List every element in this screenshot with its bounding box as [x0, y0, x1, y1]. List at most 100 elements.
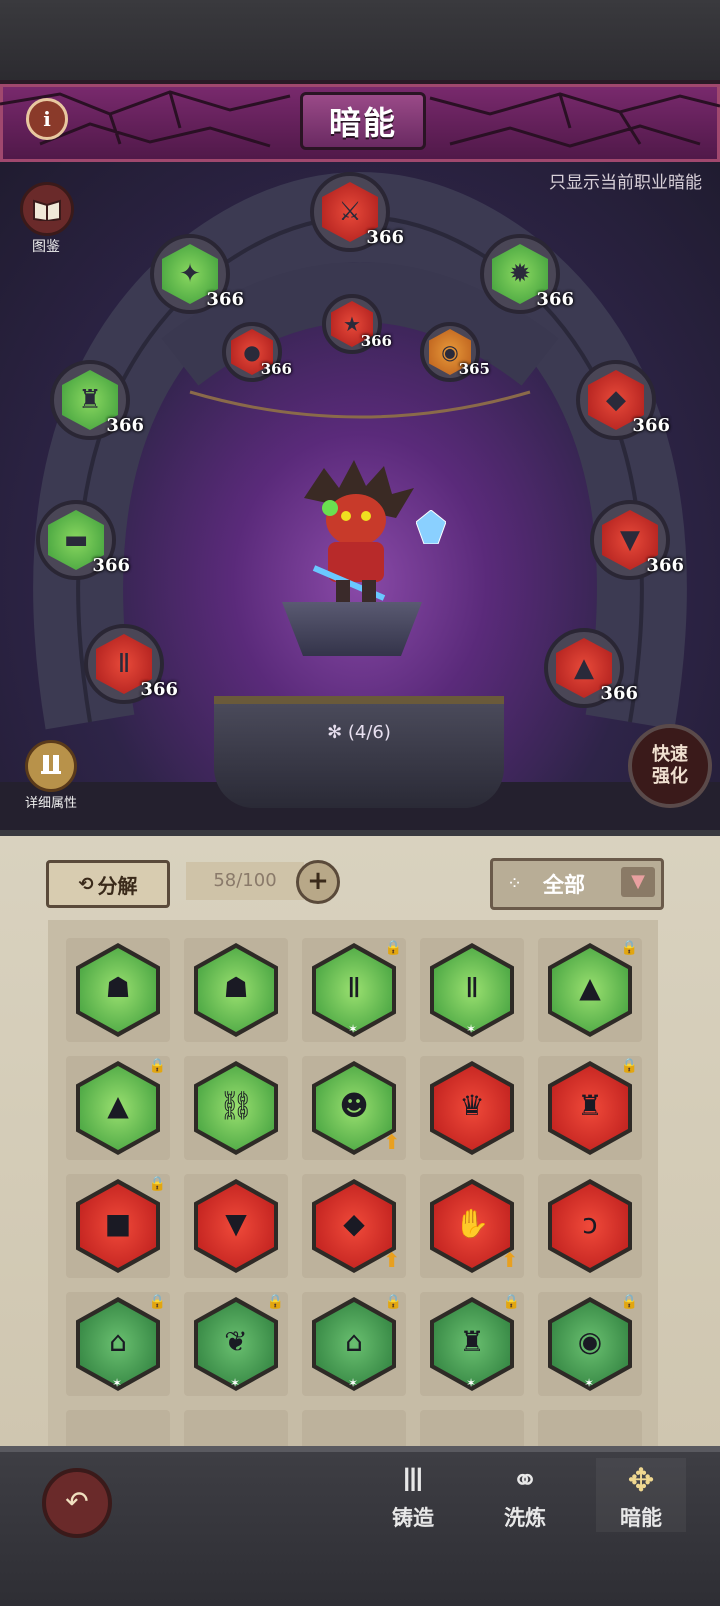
- robe-icon: ♜: [577, 1089, 603, 1122]
- equip-slot-11[interactable]: ▲ 366: [544, 628, 638, 708]
- helmet-icon: ☗: [105, 971, 131, 1004]
- item-cell[interactable]: Ⅱ 🔒 ✶: [302, 938, 406, 1042]
- tab-label: 洗炼: [504, 1506, 546, 1530]
- top-strip: [0, 0, 720, 80]
- codex-button[interactable]: 图鉴: [20, 182, 74, 256]
- detail-attributes-button[interactable]: 详细属性: [16, 740, 86, 811]
- page-title: 暗能: [328, 104, 397, 142]
- chevron-down-icon[interactable]: ▼: [621, 867, 655, 897]
- info-button[interactable]: i: [26, 98, 68, 140]
- robe-icon: ♜: [459, 1325, 485, 1358]
- item-cell[interactable]: ↄ: [538, 1174, 642, 1278]
- boots-icon: ▼: [620, 525, 640, 555]
- item-cell[interactable]: Ⅱ ✶: [420, 938, 524, 1042]
- bars-icon: [25, 740, 77, 792]
- equip-slot-5[interactable]: ◉ 365: [420, 322, 490, 382]
- item-cell[interactable]: ❦ 🔒 ✶: [184, 1292, 288, 1396]
- item-cell[interactable]: ☗: [66, 938, 170, 1042]
- item-cell[interactable]: ☗: [184, 938, 288, 1042]
- slot-level: 366: [632, 415, 670, 436]
- slot-level: 366: [536, 289, 574, 310]
- item-cell[interactable]: [420, 1410, 524, 1450]
- tab-dark-energy[interactable]: ✥ 暗能: [596, 1458, 686, 1532]
- star-icon: ✶: [466, 1376, 477, 1390]
- equip-slot-10[interactable]: Ⅱ 366: [84, 624, 178, 704]
- item-cell[interactable]: ■ 🔒: [66, 1174, 170, 1278]
- star-icon: ✶: [230, 1376, 241, 1390]
- star-icon: ✶: [584, 1376, 595, 1390]
- slot-level: 366: [140, 679, 178, 700]
- lock-icon: 🔒: [620, 1058, 638, 1074]
- tab-label: 暗能: [620, 1506, 662, 1530]
- lock-icon: 🔒: [148, 1176, 166, 1192]
- pedestal: [282, 602, 422, 656]
- tab-refine[interactable]: ⚭ 洗炼: [480, 1458, 570, 1532]
- equip-slot-6[interactable]: ♜ 366: [50, 360, 144, 440]
- dark-energy-scene: 只显示当前职业暗能 图鉴 ⚔ 366 ✦ 366 ✹ 366 ● 366 ★ 3…: [0, 162, 720, 830]
- equip-slot-weapon[interactable]: ⚔ 366: [310, 172, 404, 252]
- dark-energy-icon: ✥: [627, 1461, 655, 1499]
- item-cell[interactable]: ▲ 🔒: [538, 938, 642, 1042]
- item-cell[interactable]: [184, 1410, 288, 1450]
- item-cell[interactable]: ♜ 🔒 ✶: [420, 1292, 524, 1396]
- decompose-button[interactable]: ⟲ 分解: [46, 860, 170, 908]
- wing-icon: ❦: [224, 1325, 248, 1358]
- item-cell[interactable]: ☻ ⬆: [302, 1056, 406, 1160]
- item-cell[interactable]: ◆ ⬆: [302, 1174, 406, 1278]
- slot-level: 366: [366, 227, 404, 248]
- slot-level: 366: [646, 555, 684, 576]
- quick-enhance-button[interactable]: 快速强化: [628, 724, 712, 808]
- class-filter-toggle[interactable]: 只显示当前职业暗能: [549, 168, 702, 193]
- chain-icon: ⛓: [218, 1089, 254, 1122]
- item-cell[interactable]: ◉ 🔒 ✶: [538, 1292, 642, 1396]
- item-cell[interactable]: ♛: [420, 1056, 524, 1160]
- slot-level: 366: [92, 555, 130, 576]
- lock-icon: 🔒: [148, 1294, 166, 1310]
- equip-slot-1[interactable]: ✦ 366: [150, 234, 244, 314]
- anvil-icon: Ⅲ: [401, 1461, 425, 1499]
- grid-icon: ⁘: [507, 873, 523, 894]
- equip-slot-8[interactable]: ▬ 366: [36, 500, 130, 580]
- mask-icon: ☻: [339, 1089, 369, 1122]
- item-cell[interactable]: [66, 1410, 170, 1450]
- item-grid: ☗ ☗ Ⅱ 🔒 ✶ Ⅱ ✶ ▲ 🔒 ▲ 🔒 ⛓ ☻ ⬆ ♛ ♜ 🔒 ■ 🔒 ▼ ◆ ⬆ ✋ ⬆ ↄ …: [48, 920, 658, 1450]
- item-cell[interactable]: [538, 1410, 642, 1450]
- bottom-nav: ↶ Ⅲ 铸造 ⚭ 洗炼 ✥ 暗能: [0, 1446, 720, 1606]
- item-cell[interactable]: ⌂ 🔒 ✶: [302, 1292, 406, 1396]
- item-cell[interactable]: ▲ 🔒: [66, 1056, 170, 1160]
- lock-icon: 🔒: [266, 1294, 284, 1310]
- set-progress: ✻ (4/6): [327, 722, 391, 743]
- boots-icon: ▼: [225, 1207, 247, 1240]
- equip-slot-2[interactable]: ✹ 366: [480, 234, 574, 314]
- title-bar: i 暗能: [0, 80, 720, 166]
- slot-level: 365: [458, 360, 490, 378]
- item-cell[interactable]: ⛓: [184, 1056, 288, 1160]
- tab-forge[interactable]: Ⅲ 铸造: [368, 1458, 458, 1532]
- equip-slot-4[interactable]: ★ 366: [322, 294, 392, 354]
- equip-slot-3[interactable]: ● 366: [222, 322, 292, 382]
- item-cell[interactable]: [302, 1410, 406, 1450]
- expand-capacity-button[interactable]: +: [296, 860, 340, 904]
- item-cell[interactable]: ⌂ 🔒 ✶: [66, 1292, 170, 1396]
- back-button[interactable]: ↶: [42, 1468, 112, 1538]
- detail-attributes-label: 详细属性: [24, 796, 77, 811]
- category-filter-select[interactable]: ⁘ 全部 ▼: [490, 858, 664, 910]
- equip-slot-9[interactable]: ▼ 366: [590, 500, 684, 580]
- armor-icon: ▲: [579, 971, 601, 1004]
- plus-icon: +: [307, 866, 329, 896]
- gauntlet-icon: ◆: [343, 1207, 365, 1240]
- star-icon: ✶: [348, 1022, 359, 1036]
- book-icon: [20, 182, 74, 236]
- spider-icon: ✻: [327, 722, 348, 743]
- item-cell[interactable]: ♜ 🔒: [538, 1056, 642, 1160]
- armor-icon: ▲: [107, 1089, 129, 1122]
- necklace-icon: ↄ: [582, 1207, 598, 1240]
- crystal-pet-icon: [416, 510, 446, 544]
- slot-level: 366: [106, 415, 144, 436]
- inventory-panel: ⟲ 分解 58/100 + ⁘ 全部 ▼ ☗ ☗ Ⅱ 🔒 ✶ Ⅱ ✶ ▲ 🔒 ▲ 🔒 ⛓ …: [0, 830, 720, 1452]
- equip-slot-7[interactable]: ◆ 366: [576, 360, 670, 440]
- item-cell[interactable]: ▼: [184, 1174, 288, 1278]
- upgrade-arrow-icon: ⬆: [383, 1248, 400, 1272]
- item-cell[interactable]: ✋ ⬆: [420, 1174, 524, 1278]
- lock-icon: 🔒: [384, 1294, 402, 1310]
